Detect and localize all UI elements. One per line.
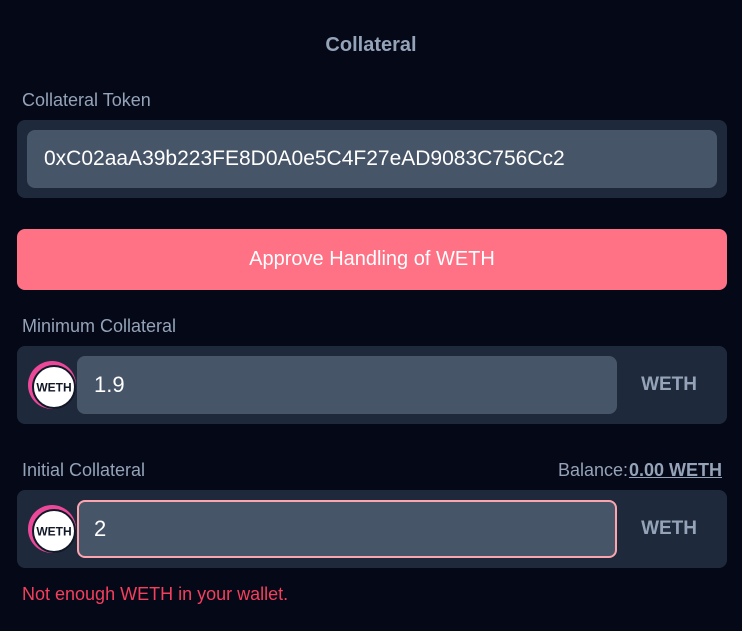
- minimum-collateral-input[interactable]: [77, 356, 617, 414]
- minimum-collateral-panel: WETH WETH: [17, 346, 727, 424]
- collateral-form: Collateral Collateral Token Approve Hand…: [0, 0, 742, 631]
- initial-collateral-unit: WETH: [641, 518, 697, 539]
- initial-collateral-input[interactable]: [77, 500, 617, 558]
- weth-token-icon: WETH: [28, 361, 76, 409]
- collateral-token-panel: [17, 120, 727, 198]
- weth-logo-text: WETH: [36, 381, 71, 395]
- collateral-token-input[interactable]: [27, 130, 717, 188]
- insufficient-balance-error: Not enough WETH in your wallet.: [22, 584, 289, 604]
- minimum-collateral-unit: WETH: [641, 374, 697, 395]
- collateral-token-label: Collateral Token: [22, 90, 151, 110]
- minimum-collateral-label: Minimum Collateral: [22, 316, 177, 336]
- balance-value-link[interactable]: 0.00 WETH: [629, 460, 722, 481]
- weth-token-icon: WETH: [28, 505, 76, 553]
- section-title: Collateral: [325, 34, 417, 56]
- balance-label: Balance:: [557, 460, 628, 480]
- approve-weth-button[interactable]: Approve Handling of WETH: [17, 229, 727, 290]
- initial-collateral-panel: WETH WETH: [17, 490, 727, 568]
- initial-collateral-label: Initial Collateral: [22, 460, 146, 480]
- weth-logo-text: WETH: [36, 525, 71, 539]
